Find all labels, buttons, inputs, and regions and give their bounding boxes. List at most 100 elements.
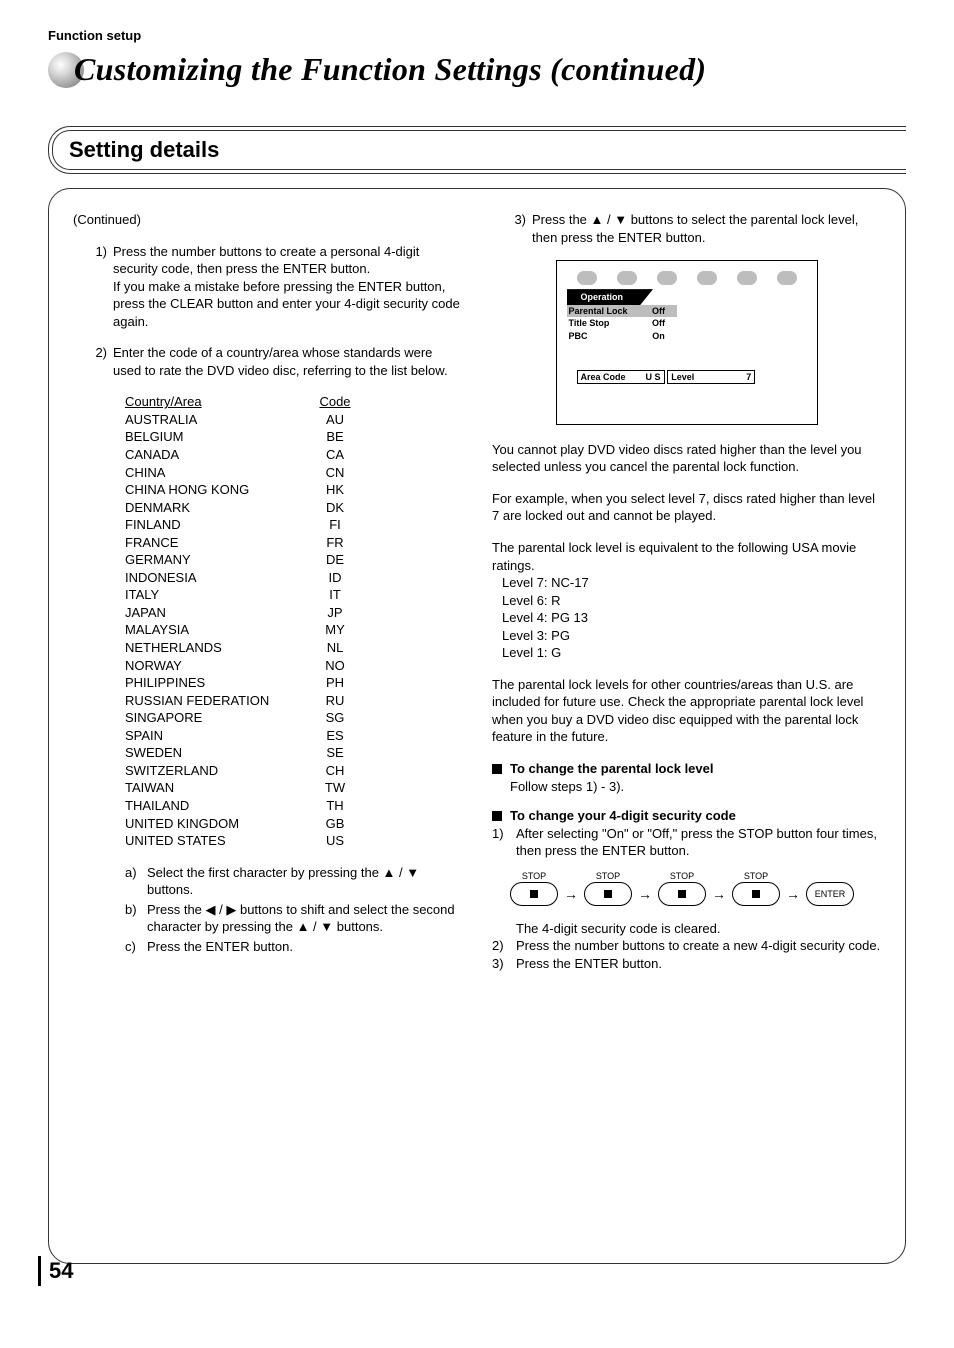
arrow-right-icon: → bbox=[786, 887, 800, 901]
remote-stop-button: STOP bbox=[658, 870, 706, 906]
table-row: SWEDENSE bbox=[125, 744, 462, 762]
substep-c-num: c) bbox=[125, 938, 147, 956]
osd-row-value: Off bbox=[641, 317, 677, 329]
setting-details-heading: Setting details bbox=[52, 130, 906, 170]
table-row: SPAINES bbox=[125, 727, 462, 745]
step-3-number: 3) bbox=[492, 211, 532, 246]
osd-operation-header: Operation bbox=[567, 289, 654, 305]
table-row: CANADACA bbox=[125, 446, 462, 464]
country-name: UNITED KINGDOM bbox=[125, 815, 305, 833]
table-row: INDONESIAID bbox=[125, 569, 462, 587]
country-name: AUSTRALIA bbox=[125, 411, 305, 429]
osd-area-code-value: U S bbox=[645, 371, 660, 383]
country-name: INDONESIA bbox=[125, 569, 305, 587]
substep-a-num: a) bbox=[125, 864, 147, 899]
remote-stop-button: STOP bbox=[510, 870, 558, 906]
country-code: HK bbox=[305, 481, 365, 499]
osd-row-value: On bbox=[641, 330, 677, 342]
example-paragraph: For example, when you select level 7, di… bbox=[492, 490, 881, 525]
section-tag: Function setup bbox=[48, 28, 906, 43]
country-name: CANADA bbox=[125, 446, 305, 464]
table-row: GERMANYDE bbox=[125, 551, 462, 569]
substep-b-text: Press the ◀ / ▶ buttons to shift and sel… bbox=[147, 901, 462, 936]
country-code: JP bbox=[305, 604, 365, 622]
osd-row-pbc: PBCOn bbox=[567, 330, 677, 342]
country-code: SE bbox=[305, 744, 365, 762]
country-code: CA bbox=[305, 446, 365, 464]
table-row: UNITED STATESUS bbox=[125, 832, 462, 850]
left-column: (Continued) 1) Press the number buttons … bbox=[73, 211, 462, 973]
enter-label: ENTER bbox=[806, 882, 854, 906]
continued-label: (Continued) bbox=[73, 211, 462, 229]
level-item: Level 1: G bbox=[502, 644, 881, 662]
osd-tab-icon bbox=[737, 271, 757, 285]
change-level-title: To change the parental lock level bbox=[510, 760, 714, 778]
on-screen-display-diagram: Operation Parental LockOff Title StopOff… bbox=[556, 260, 818, 425]
stop-icon bbox=[752, 890, 760, 898]
table-row: UNITED KINGDOMGB bbox=[125, 815, 462, 833]
country-name: CHINA bbox=[125, 464, 305, 482]
level-item: Level 4: PG 13 bbox=[502, 609, 881, 627]
table-row: NORWAYNO bbox=[125, 657, 462, 675]
country-name: FRANCE bbox=[125, 534, 305, 552]
stop-button-sequence: STOP → STOP → STOP → STOP → ENTER bbox=[510, 870, 881, 906]
osd-row-name: PBC bbox=[567, 330, 641, 342]
stop-icon bbox=[604, 890, 612, 898]
country-code: ES bbox=[305, 727, 365, 745]
country-name: THAILAND bbox=[125, 797, 305, 815]
osd-row-name: Title Stop bbox=[567, 317, 641, 329]
square-bullet-icon bbox=[492, 811, 502, 821]
table-row: ITALYIT bbox=[125, 586, 462, 604]
change-code-heading: To change your 4-digit security code bbox=[492, 807, 881, 825]
country-code: BE bbox=[305, 428, 365, 446]
arrow-right-icon: → bbox=[564, 887, 578, 901]
country-code: DE bbox=[305, 551, 365, 569]
country-code: DK bbox=[305, 499, 365, 517]
change-code-step-3-num: 3) bbox=[492, 955, 516, 973]
level-item: Level 3: PG bbox=[502, 627, 881, 645]
country-name: BELGIUM bbox=[125, 428, 305, 446]
osd-tab-icons bbox=[567, 271, 807, 285]
country-code: PH bbox=[305, 674, 365, 692]
country-name: ITALY bbox=[125, 586, 305, 604]
osd-tab-icon bbox=[577, 271, 597, 285]
table-row: SWITZERLANDCH bbox=[125, 762, 462, 780]
country-name: NORWAY bbox=[125, 657, 305, 675]
country-name: RUSSIAN FEDERATION bbox=[125, 692, 305, 710]
step-2-text: Enter the code of a country/area whose s… bbox=[113, 344, 462, 379]
substep-a-text: Select the first character by pressing t… bbox=[147, 864, 462, 899]
table-row: CHINA HONG KONGHK bbox=[125, 481, 462, 499]
remote-stop-button: STOP bbox=[732, 870, 780, 906]
osd-tab-icon bbox=[777, 271, 797, 285]
country-name: SWITZERLAND bbox=[125, 762, 305, 780]
osd-level-field: Level 7 bbox=[667, 370, 755, 384]
country-code: US bbox=[305, 832, 365, 850]
title-row: Customizing the Function Settings (conti… bbox=[48, 51, 906, 88]
table-head-country: Country/Area bbox=[125, 393, 305, 411]
country-name: CHINA HONG KONG bbox=[125, 481, 305, 499]
step-1-number: 1) bbox=[73, 243, 113, 331]
country-code: SG bbox=[305, 709, 365, 727]
osd-level-label: Level bbox=[671, 371, 694, 383]
country-name: PHILIPPINES bbox=[125, 674, 305, 692]
change-code-step-2-text: Press the number buttons to create a new… bbox=[516, 937, 881, 955]
substep-c-text: Press the ENTER button. bbox=[147, 938, 462, 956]
change-code-step-3-text: Press the ENTER button. bbox=[516, 955, 881, 973]
country-code: TW bbox=[305, 779, 365, 797]
step-2: 2) Enter the code of a country/area whos… bbox=[73, 344, 462, 379]
content-frame: (Continued) 1) Press the number buttons … bbox=[48, 188, 906, 1264]
country-name: JAPAN bbox=[125, 604, 305, 622]
step-3: 3) Press the ▲ / ▼ buttons to select the… bbox=[492, 211, 881, 246]
equiv-paragraph: The parental lock level is equivalent to… bbox=[492, 539, 881, 574]
table-row: CHINACN bbox=[125, 464, 462, 482]
country-code: CN bbox=[305, 464, 365, 482]
osd-level-value: 7 bbox=[746, 371, 751, 383]
table-row: JAPANJP bbox=[125, 604, 462, 622]
level-item: Level 6: R bbox=[502, 592, 881, 610]
table-row: BELGIUMBE bbox=[125, 428, 462, 446]
change-code-step-1: 1) After selecting "On" or "Off," press … bbox=[492, 825, 881, 860]
change-level-body: Follow steps 1) - 3). bbox=[510, 778, 881, 796]
country-code: RU bbox=[305, 692, 365, 710]
setting-details-bar: Setting details bbox=[48, 126, 906, 174]
country-name: SINGAPORE bbox=[125, 709, 305, 727]
